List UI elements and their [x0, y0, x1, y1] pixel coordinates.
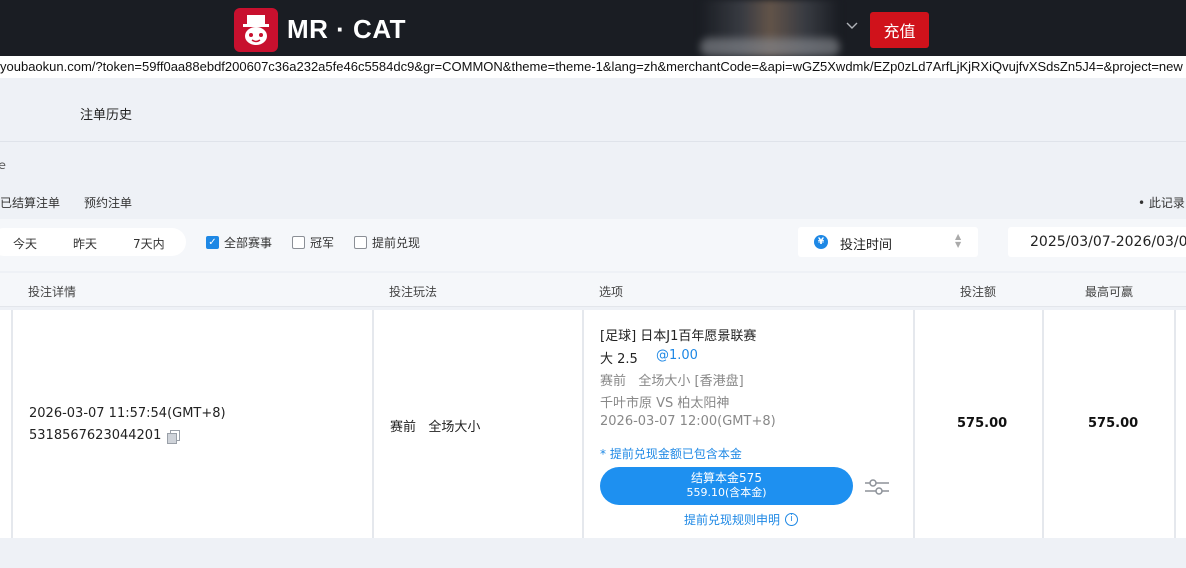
checkbox-all-events[interactable]: ✓ 全部赛事: [206, 234, 272, 251]
column-header: 投注详情: [28, 285, 77, 299]
checkbox-label: 全部赛事: [224, 236, 273, 250]
sort-select[interactable]: ¥ 投注时间 ▲ ▼: [798, 227, 978, 257]
bet-play-type: 赛前 全场大小: [390, 420, 481, 435]
date-range-input[interactable]: 2025/03/07-2026/03/07: [1008, 227, 1186, 257]
checkbox-box: [292, 236, 305, 249]
selection-pick: 大 2.5: [600, 352, 638, 367]
checkbox-label: 冠军: [310, 236, 335, 250]
checkbox-label: 提前兑现: [372, 236, 421, 250]
table-header: 投注详情 投注玩法 选项 投注额 最高可赢: [0, 273, 1186, 307]
column-divider: [372, 310, 374, 538]
checkbox-cashout[interactable]: 提前兑现: [354, 234, 420, 251]
address-bar[interactable]: youbaokun.com/?token=59ff0aa88ebdf200607…: [0, 56, 1186, 78]
match-teams: 千叶市原 VS 柏太阳神: [600, 396, 730, 411]
recharge-button[interactable]: 充值: [870, 12, 929, 48]
filter-7days[interactable]: 7天内: [133, 235, 165, 252]
league-name: [足球] 日本J1百年愿景联赛: [600, 329, 757, 344]
filter-today[interactable]: 今天: [13, 235, 37, 252]
tab-settled-bets[interactable]: 已结算注单: [0, 194, 60, 211]
column-divider: [1174, 310, 1176, 538]
yen-icon: ¥: [814, 235, 828, 249]
kickoff-time: 2026-03-07 12:00(GMT+8): [600, 414, 776, 429]
stake-amount: 575.00: [957, 416, 1008, 431]
cashout-button[interactable]: 结算本金575 559.10(含本金): [600, 467, 853, 505]
divider: [0, 141, 1186, 142]
column-header: 投注玩法: [389, 285, 438, 299]
top-bar: MR · CAT 充值: [0, 0, 1186, 56]
copy-icon[interactable]: [167, 429, 181, 444]
section-heading-partial: ｅ: [0, 158, 9, 172]
column-header: 选项: [599, 285, 624, 299]
cat-logo-icon[interactable]: [234, 8, 278, 52]
column-divider: [11, 310, 13, 538]
brand-name: MR · CAT: [287, 14, 407, 44]
selection-odds: @1.00: [656, 348, 698, 363]
column-header: 最高可赢: [1085, 285, 1134, 299]
page-title: 注单历史: [80, 108, 133, 123]
column-divider: [1042, 310, 1044, 538]
main-content: 注单历史 ｅ 已结算注单 预约注单 • 此记录 今天 昨天 7天内 ✓ 全部赛事…: [0, 78, 1186, 568]
bet-id: 5318567623044201: [29, 428, 181, 444]
record-note: • 此记录: [1138, 196, 1185, 210]
cashout-note: * 提前兑现金额已包含本金: [600, 447, 742, 461]
info-icon: i: [785, 513, 799, 526]
bet-id-value: 5318567623044201: [29, 428, 162, 443]
checkbox-box: [354, 236, 367, 249]
cashout-rules-link[interactable]: 提前兑现规则申明 i: [684, 511, 799, 528]
cashout-amount: 559.10(含本金): [686, 486, 767, 499]
column-divider: [913, 310, 915, 538]
max-win-amount: 575.00: [1088, 416, 1139, 431]
checkbox-champion[interactable]: 冠军: [292, 234, 334, 251]
column-divider: [582, 310, 584, 538]
cashout-principal: 结算本金575: [691, 471, 762, 485]
filter-bar: 今天 昨天 7天内 ✓ 全部赛事 冠军 提前兑现 ¥ 投注时间 ▲ ▼ 2025/…: [0, 219, 1186, 271]
market-info: 赛前 全场大小 [香港盘]: [600, 374, 744, 389]
rules-link-label: 提前兑现规则申明: [684, 513, 781, 527]
sort-label: 投注时间: [840, 238, 893, 253]
table-row: 2026-03-07 11:57:54(GMT+8) 5318567623044…: [0, 310, 1186, 538]
tab-reserved-bets[interactable]: 预约注单: [84, 194, 132, 211]
sliders-icon[interactable]: [864, 477, 890, 497]
blurred-balance: [700, 38, 840, 56]
column-header: 投注额: [960, 285, 997, 299]
sort-arrows-icon: ▲ ▼: [955, 232, 962, 249]
bet-time: 2026-03-07 11:57:54(GMT+8): [29, 406, 226, 421]
chevron-down-icon[interactable]: [845, 18, 863, 38]
filter-yesterday[interactable]: 昨天: [73, 235, 97, 252]
checkmark-icon: ✓: [206, 236, 219, 249]
